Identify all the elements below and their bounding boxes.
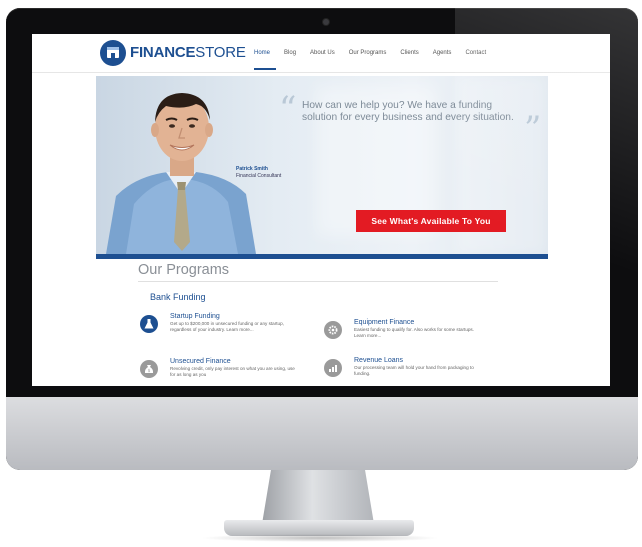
quote-open-icon: “ <box>279 89 297 129</box>
consultant-title: Financial Consultant <box>236 173 282 179</box>
monitor-chin <box>6 397 638 470</box>
program-description: Revolving credit, only pay interest on w… <box>170 366 295 377</box>
program-title[interactable]: Startup Funding <box>170 313 220 320</box>
flask-icon <box>140 315 158 333</box>
programs-divider <box>138 281 498 282</box>
nav-blog[interactable]: Blog <box>284 50 296 56</box>
website-screen: FINANCESTORE Home Blog About Us Our Prog… <box>32 34 610 386</box>
main-nav: Home Blog About Us Our Programs Clients … <box>254 50 486 56</box>
hero-quote: How can we help you? We have a funding s… <box>302 100 514 123</box>
bank-funding-heading: Bank Funding <box>150 292 206 302</box>
hero-banner: “ How can we help you? We have a funding… <box>96 76 548 254</box>
monitor-stand-neck <box>262 470 374 524</box>
money-bag-icon: $ <box>140 360 158 378</box>
logo-bold: FINANCE <box>130 44 196 61</box>
finance-store-logo-icon[interactable] <box>100 40 126 66</box>
active-nav-indicator <box>254 68 276 70</box>
program-title[interactable]: Revenue Loans <box>354 357 403 364</box>
stand-shadow <box>200 534 440 542</box>
nav-contact[interactable]: Contact <box>465 50 486 56</box>
gear-icon <box>324 321 342 339</box>
consultant-photo <box>106 93 256 254</box>
nav-home[interactable]: Home <box>254 50 270 56</box>
site-logo[interactable]: FINANCESTORE <box>130 44 246 61</box>
site-header: FINANCESTORE Home Blog About Us Our Prog… <box>32 34 610 73</box>
logo-light: STORE <box>195 44 246 61</box>
consultant-name: Patrick Smith <box>236 166 268 172</box>
nav-about-us[interactable]: About Us <box>310 50 335 56</box>
see-available-button[interactable]: See What's Available To You <box>356 210 506 232</box>
hero-divider-bar <box>96 254 548 259</box>
chart-icon <box>324 359 342 377</box>
program-title[interactable]: Unsecured Finance <box>170 358 231 365</box>
camera-icon <box>323 19 329 25</box>
nav-agents[interactable]: Agents <box>433 50 452 56</box>
programs-heading: Our Programs <box>138 262 230 278</box>
program-description: Get up to $200,000 in unsecured funding … <box>170 321 284 332</box>
quote-close-icon: ” <box>524 109 542 149</box>
nav-our-programs[interactable]: Our Programs <box>349 50 387 56</box>
nav-clients[interactable]: Clients <box>400 50 418 56</box>
program-title[interactable]: Equipment Finance <box>354 319 414 326</box>
svg-text:$: $ <box>148 368 151 373</box>
program-description: Our processing team will hold your hand … <box>354 365 474 376</box>
program-description: Easiest funding to qualify for. Also wor… <box>354 327 475 338</box>
